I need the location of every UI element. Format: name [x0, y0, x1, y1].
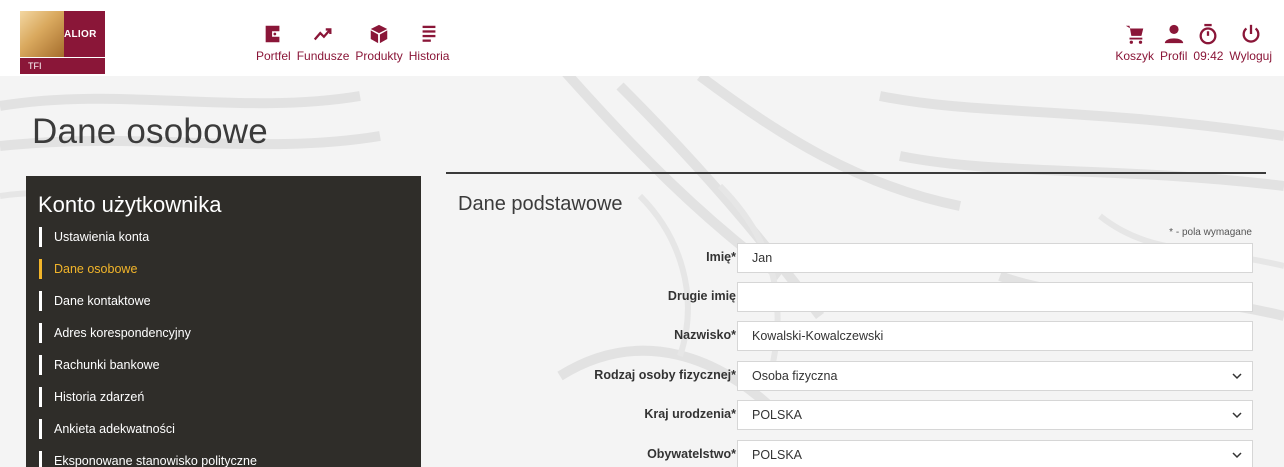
- nav-label: Portfel: [256, 49, 291, 63]
- user-icon: [1164, 24, 1183, 44]
- wallet-icon: [266, 25, 281, 43]
- sidebar-title: Konto użytkownika: [38, 192, 222, 217]
- sidebar-item-dane-osobowe[interactable]: Dane osobowe: [26, 256, 421, 288]
- citizenship-label: Obywatelstwo*: [647, 447, 736, 461]
- alior-tfi-logo[interactable]: ALIOR TFI: [20, 11, 105, 75]
- person-type-value: Osoba fizyczna: [752, 369, 838, 383]
- cart-icon: [1125, 25, 1143, 44]
- nav-label: Profil: [1160, 49, 1188, 63]
- sidebar-item-rachunki-bankowe[interactable]: Rachunki bankowe: [26, 352, 421, 384]
- person-type-select[interactable]: Osoba fizyczna: [737, 361, 1253, 391]
- form-row-citizenship: Obywatelstwo* POLSKA: [446, 440, 1266, 467]
- logo-brand-text: ALIOR: [64, 29, 97, 40]
- logo-sub-text: TFI: [20, 58, 105, 74]
- birth-country-label: Kraj urodzenia*: [644, 407, 736, 421]
- main-nav: Portfel Fundusze Produkty Historia: [256, 23, 455, 63]
- personal-data-form: Dane podstawowe * - pola wymagane Imię* …: [446, 172, 1266, 467]
- page-title: Dane osobowe: [32, 112, 268, 151]
- box-icon: [370, 24, 388, 44]
- sidebar-item-ustawienia-konta[interactable]: Ustawienia konta: [26, 224, 421, 256]
- nav-label: Wyloguj: [1229, 49, 1272, 63]
- timer-icon: [1199, 23, 1217, 45]
- form-row-person-type: Rodzaj osoby fizycznej* Osoba fizyczna: [446, 361, 1266, 391]
- nav-label: Fundusze: [296, 49, 350, 63]
- sidebar-item-eksponowane-stanowisko[interactable]: Eksponowane stanowisko polityczne: [26, 448, 421, 467]
- nav-wyloguj[interactable]: Wyloguj: [1229, 23, 1272, 63]
- top-header: ALIOR TFI Portfel Fundusze Produkty Hist…: [0, 0, 1284, 76]
- logo-face-image: [20, 11, 64, 57]
- required-fields-note: * - pola wymagane: [1169, 227, 1252, 238]
- form-row-middle-name: Drugie imię: [446, 282, 1266, 312]
- middle-name-label: Drugie imię: [667, 289, 736, 303]
- list-icon: [422, 25, 436, 42]
- nav-fundusze[interactable]: Fundusze: [296, 23, 350, 63]
- nav-produkty[interactable]: Produkty: [355, 23, 403, 63]
- sidebar-item-ankieta-adekwatnosci[interactable]: Ankieta adekwatności: [26, 416, 421, 448]
- section-title: Dane podstawowe: [458, 193, 623, 215]
- form-row-last-name: Nazwisko* Kowalski-Kowalczewski: [446, 321, 1266, 351]
- trend-up-icon: [313, 28, 332, 41]
- user-nav: Koszyk Profil 09:42 Wyloguj: [1109, 23, 1272, 63]
- session-time-label: 09:42: [1193, 49, 1224, 63]
- nav-historia[interactable]: Historia: [408, 23, 450, 63]
- person-type-label: Rodzaj osoby fizycznej*: [594, 368, 736, 382]
- chevron-down-icon: [1232, 373, 1242, 380]
- birth-country-select[interactable]: POLSKA: [737, 400, 1253, 430]
- sidebar-item-historia-zdarzen[interactable]: Historia zdarzeń: [26, 384, 421, 416]
- form-row-birth-country: Kraj urodzenia* POLSKA: [446, 400, 1266, 430]
- nav-label: Koszyk: [1115, 49, 1155, 63]
- logo-emblem: ALIOR: [20, 11, 105, 57]
- account-sidebar: Konto użytkownika Ustawienia konta Dane …: [26, 176, 421, 467]
- first-name-input[interactable]: Jan: [737, 243, 1253, 273]
- nav-label: Produkty: [355, 49, 403, 63]
- middle-name-input[interactable]: [737, 282, 1253, 312]
- nav-koszyk[interactable]: Koszyk: [1115, 23, 1154, 63]
- last-name-input[interactable]: Kowalski-Kowalczewski: [737, 321, 1253, 351]
- sidebar-item-adres-korespondencyjny[interactable]: Adres korespondencyjny: [26, 320, 421, 352]
- last-name-label: Nazwisko*: [674, 328, 736, 342]
- power-icon: [1242, 24, 1260, 43]
- birth-country-value: POLSKA: [752, 408, 803, 422]
- session-timer: 09:42: [1193, 23, 1223, 63]
- citizenship-select[interactable]: POLSKA: [737, 440, 1253, 467]
- nav-label: Historia: [408, 49, 450, 63]
- first-name-label: Imię*: [706, 250, 736, 264]
- citizenship-value: POLSKA: [752, 448, 803, 462]
- chevron-down-icon: [1232, 412, 1242, 419]
- nav-portfel[interactable]: Portfel: [256, 23, 291, 63]
- nav-profil[interactable]: Profil: [1160, 23, 1187, 63]
- chevron-down-icon: [1232, 452, 1242, 459]
- form-row-first-name: Imię* Jan: [446, 243, 1266, 273]
- sidebar-item-dane-kontaktowe[interactable]: Dane kontaktowe: [26, 288, 421, 320]
